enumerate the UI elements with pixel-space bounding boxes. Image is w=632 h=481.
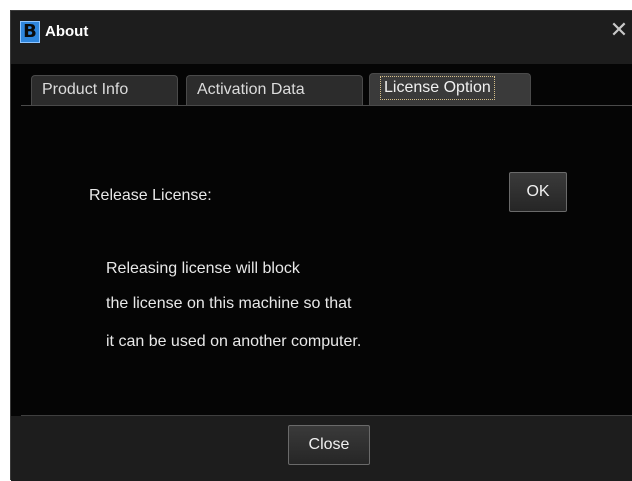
close-icon[interactable]: ✕ <box>608 19 630 43</box>
tab-product-info[interactable]: Product Info <box>31 75 178 105</box>
about-dialog: B About ✕ Product Info Activation Data L… <box>10 10 632 481</box>
title-bar: B About ✕ Product Info Activation Data L… <box>11 11 632 105</box>
tab-activation-data[interactable]: Activation Data <box>186 75 363 105</box>
app-logo-icon: B <box>20 21 40 43</box>
close-button[interactable]: Close <box>288 425 370 465</box>
tab-license-option[interactable]: License Option <box>369 73 531 105</box>
release-license-label: Release License: <box>89 187 212 204</box>
tab-divider <box>21 105 632 106</box>
description-line-1: Releasing license will block <box>106 260 300 277</box>
tab-license-option-label: License Option <box>380 76 495 100</box>
description-line-2: the license on this machine so that <box>106 295 352 312</box>
description-line-3: it can be used on another computer. <box>106 333 362 350</box>
ok-button[interactable]: OK <box>509 172 567 212</box>
window-title: About <box>45 23 89 40</box>
